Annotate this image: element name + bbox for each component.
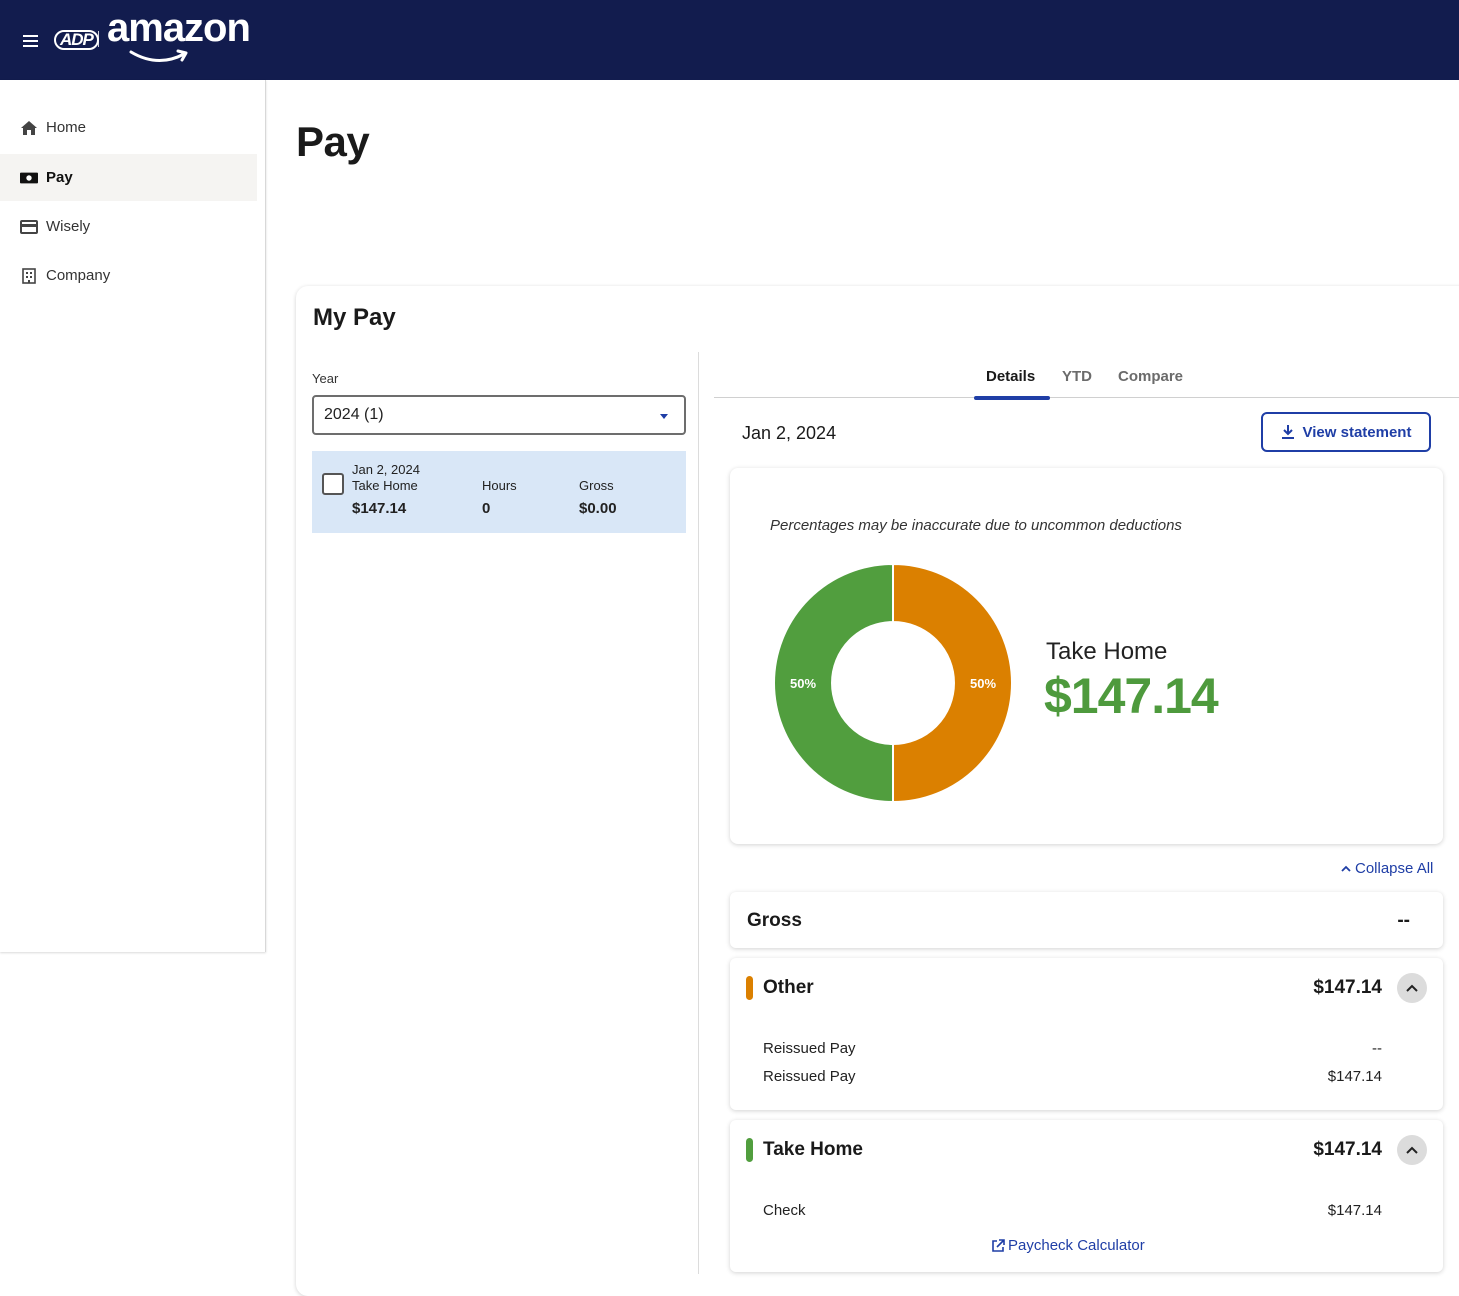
pay-date: Jan 2, 2024 [742, 423, 837, 443]
other-label: Other [763, 977, 814, 998]
my-pay-title: My Pay [313, 304, 396, 331]
tab-ytd[interactable]: YTD [1062, 368, 1092, 385]
other-line-label: Reissued Pay [763, 1068, 856, 1085]
collapse-all-link[interactable]: Collapse All [1341, 860, 1433, 877]
other-color-indicator [746, 976, 753, 1000]
external-link-icon [990, 1238, 1006, 1254]
donut-value-label: 50% [970, 676, 996, 691]
sidebar-item-label: Company [46, 267, 111, 284]
other-section: Other $147.14 Reissued Pay -- Reissued P… [730, 958, 1443, 1110]
chevron-up-icon [1406, 984, 1418, 992]
hamburger-icon[interactable] [23, 35, 38, 47]
statement-checkbox[interactable] [322, 473, 344, 495]
sidebar-item-wisely[interactable]: Wisely [0, 203, 257, 250]
sidebar-item-label: Wisely [46, 218, 91, 235]
year-label: Year [312, 371, 339, 386]
statement-date: Jan 2, 2024 [352, 462, 420, 477]
take-home-section-amount: $147.14 [1313, 1139, 1382, 1160]
percentage-disclaimer: Percentages may be inaccurate due to unc… [770, 517, 1182, 534]
statement-gross-label: Gross [579, 478, 614, 493]
take-home-line-label: Check [763, 1202, 806, 1219]
tab-compare[interactable]: Compare [1118, 368, 1183, 385]
view-statement-label: View statement [1302, 423, 1412, 441]
other-collapse-button[interactable] [1397, 973, 1427, 1003]
donut-value-label: 50% [790, 676, 816, 691]
view-statement-button[interactable]: View statement [1261, 412, 1431, 452]
chevron-up-icon [1341, 865, 1351, 873]
download-icon [1281, 424, 1295, 440]
amazon-smile-icon [129, 49, 188, 62]
gross-section[interactable]: Gross -- [730, 892, 1443, 948]
other-amount: $147.14 [1313, 977, 1382, 998]
collapse-all-label: Collapse All [1355, 860, 1434, 877]
adp-logo: ADP [54, 30, 99, 50]
tab-details[interactable]: Details [986, 368, 1035, 385]
paycheck-calculator-label: Paycheck Calculator [1008, 1237, 1145, 1254]
page-title: Pay [296, 118, 370, 165]
paycheck-calculator-link[interactable]: Paycheck Calculator [990, 1237, 1145, 1254]
home-icon [20, 119, 38, 137]
year-select-value: 2024 (1) [324, 406, 384, 423]
take-home-amount: $147.14 [1044, 668, 1219, 724]
year-select[interactable]: 2024 (1) [312, 395, 686, 435]
active-tab-indicator [974, 396, 1050, 400]
card-icon [20, 218, 38, 236]
top-bar: ADP amazon [0, 0, 1459, 80]
tabs-divider [714, 397, 1459, 398]
other-line-label: Reissued Pay [763, 1040, 856, 1057]
gross-label: Gross [747, 910, 802, 931]
statement-hours-value: 0 [482, 500, 491, 517]
take-home-line-amount: $147.14 [1327, 1202, 1382, 1219]
pay-statement-row[interactable]: Jan 2, 2024 Take Home $147.14 Hours 0 Gr… [312, 451, 686, 533]
pay-donut-chart: 50% 50% [773, 563, 1013, 803]
sidebar-item-pay[interactable]: Pay [0, 154, 257, 201]
other-line-amount: -- [1372, 1040, 1382, 1057]
take-home-section-label: Take Home [763, 1139, 863, 1160]
column-divider [698, 352, 699, 1274]
chevron-down-icon [660, 414, 668, 419]
statement-take-home-label: Take Home [352, 478, 418, 493]
statement-gross-value: $0.00 [579, 500, 617, 517]
take-home-label: Take Home [1046, 638, 1168, 665]
money-icon [20, 169, 38, 187]
sidebar-item-company[interactable]: Company [0, 252, 257, 299]
statement-hours-label: Hours [482, 478, 517, 493]
sidebar-item-label: Home [46, 119, 87, 136]
sidebar: Home Pay Wisely Company [0, 80, 266, 952]
other-line-amount: $147.14 [1327, 1068, 1382, 1085]
logo-divider [98, 31, 99, 47]
statement-take-home-value: $147.14 [352, 500, 407, 517]
building-icon [20, 267, 38, 285]
sidebar-item-home[interactable]: Home [0, 104, 257, 151]
take-home-color-indicator [746, 1138, 753, 1162]
chevron-up-icon [1406, 1146, 1418, 1154]
gross-amount: -- [1397, 910, 1410, 931]
sidebar-item-label: Pay [46, 169, 73, 186]
take-home-collapse-button[interactable] [1397, 1135, 1427, 1165]
